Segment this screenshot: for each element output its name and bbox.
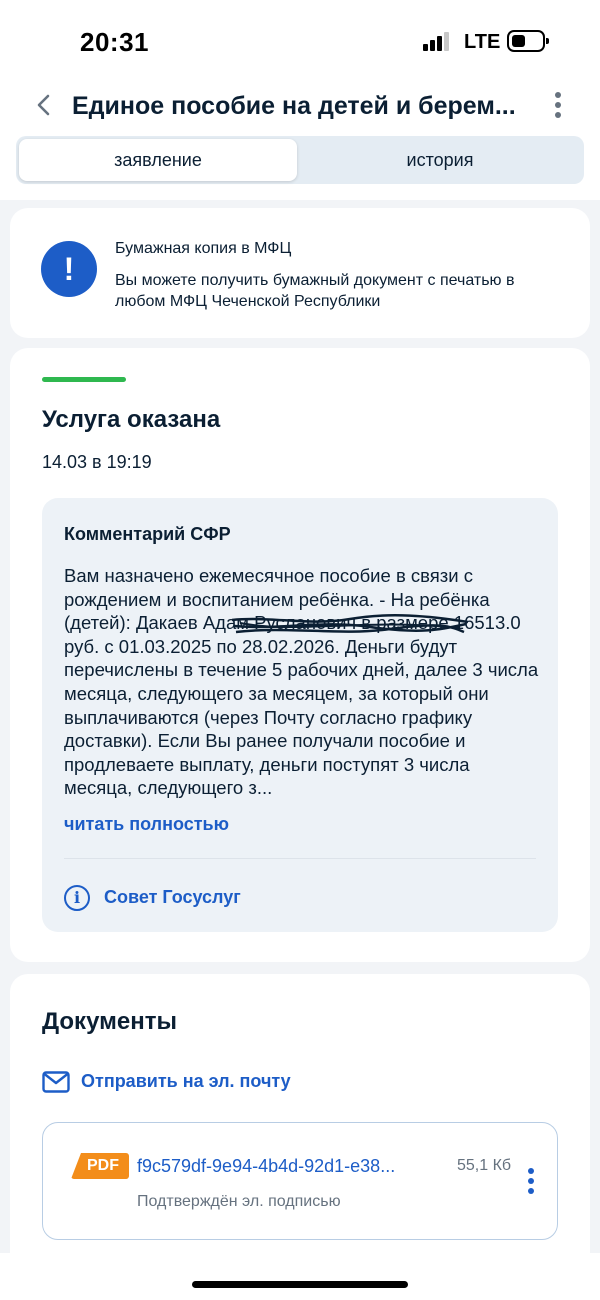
exclamation-icon: ! [41, 241, 97, 297]
back-icon[interactable] [30, 90, 60, 120]
comment-title: Комментарий СФР [64, 524, 231, 544]
comment-text: Вам назначено ежемесячное пособие в связ… [64, 565, 539, 799]
redaction-scribble [231, 614, 469, 634]
read-full-link[interactable]: читать полностью [64, 814, 229, 835]
documents-card: Документы Отправить на эл. почту PDF f9c… [10, 974, 590, 1300]
tab-application[interactable]: заявление [19, 139, 297, 181]
file-more-icon[interactable] [525, 1168, 537, 1196]
status-progress-bar [42, 377, 126, 382]
mail-icon[interactable] [42, 1071, 70, 1093]
more-vertical-icon[interactable] [546, 92, 570, 120]
pdf-icon: PDF [71, 1153, 129, 1179]
status-bar: 20:31 LTE [0, 0, 600, 80]
status-date: 14.03 в 19:19 [42, 452, 152, 472]
signal-icon [423, 31, 453, 51]
file-signature-status: Подтверждён эл. подписью [137, 1193, 341, 1210]
tab-bar: заявление история [16, 136, 584, 184]
status-card: Услуга оказана 14.03 в 19:19 Комментарий… [10, 348, 590, 962]
file-size: 55,1 Кб [457, 1157, 512, 1174]
battery-icon [507, 30, 549, 52]
document-file[interactable]: PDF f9c579df-9e94-4b4d-92d1-e38... 55,1 … [42, 1122, 558, 1240]
divider [64, 858, 536, 859]
info-icon[interactable]: i [64, 885, 90, 911]
documents-title: Документы [42, 1008, 177, 1035]
home-indicator[interactable] [192, 1281, 408, 1288]
file-name[interactable]: f9c579df-9e94-4b4d-92d1-e38... [137, 1156, 447, 1177]
info-card: ! Бумажная копия в МФЦ Вы можете получит… [10, 208, 590, 338]
info-text: Вы можете получить бумажный документ с п… [115, 272, 515, 310]
page-title: Единое пособие на детей и берем... [72, 92, 516, 120]
bottom-area [0, 1253, 600, 1300]
status-time: 20:31 [80, 27, 149, 57]
status-title: Услуга оказана [42, 406, 221, 433]
send-email-link[interactable]: Отправить на эл. почту [81, 1071, 291, 1092]
comment-box: Комментарий СФР Вам назначено ежемесячно… [42, 498, 558, 932]
tab-history[interactable]: история [299, 139, 581, 181]
advice-link[interactable]: Совет Госуслуг [104, 887, 241, 908]
info-title: Бумажная копия в МФЦ [115, 240, 292, 257]
network-label: LTE [464, 31, 501, 53]
